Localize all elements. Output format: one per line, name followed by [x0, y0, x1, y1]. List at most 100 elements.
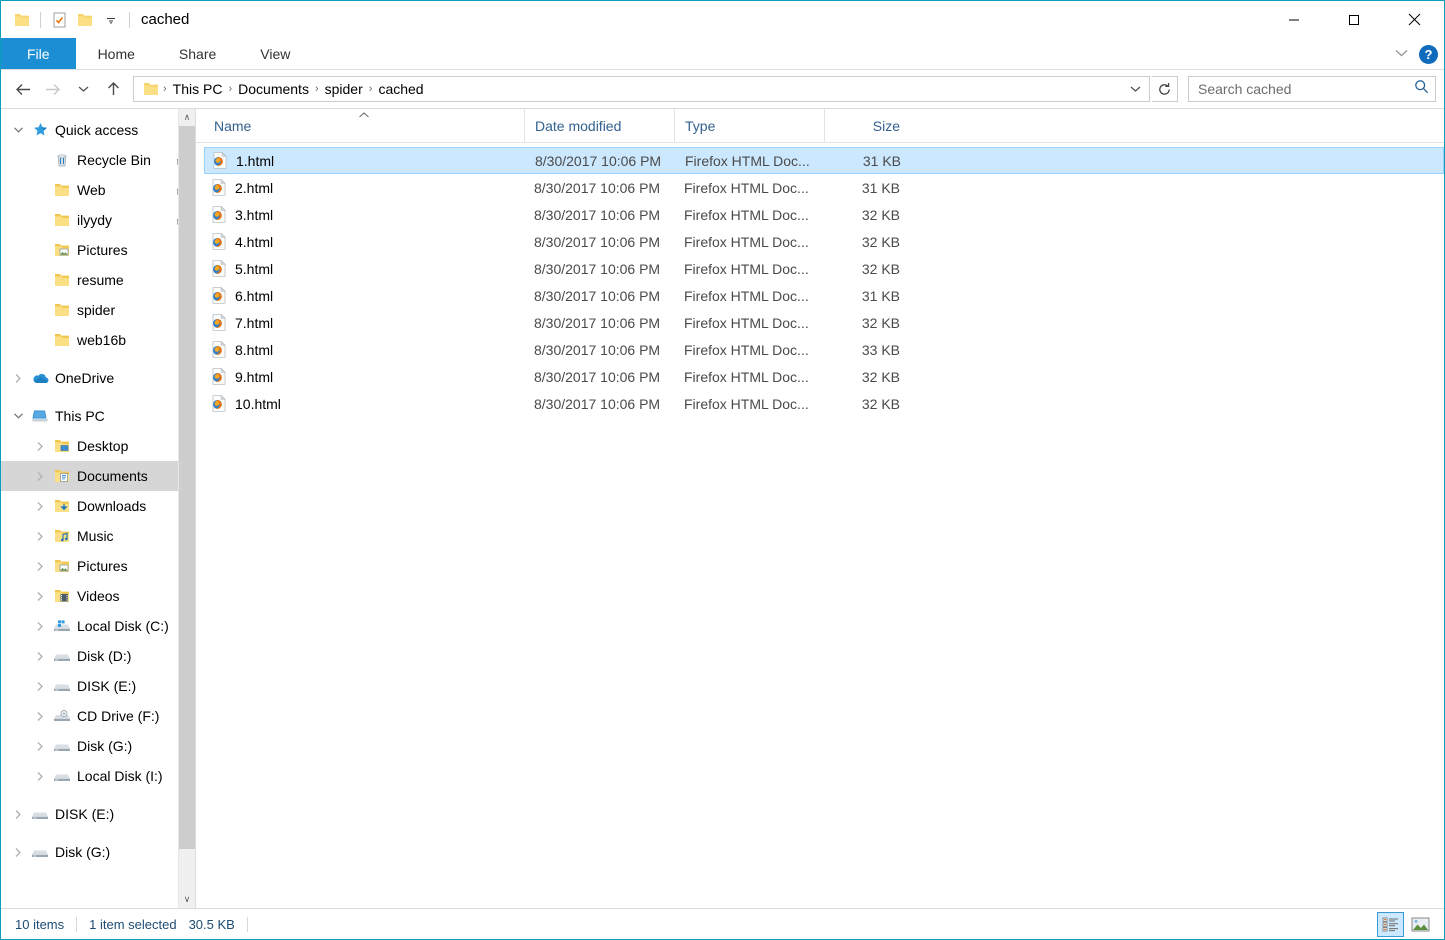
file-name-cell[interactable]: 7.html [204, 314, 524, 331]
search-input[interactable]: Search cached [1188, 76, 1436, 102]
breadcrumb-item-spider[interactable]: spider [320, 81, 368, 97]
sidebar-item-this-pc[interactable]: This PC [1, 401, 195, 431]
file-name-cell[interactable]: 5.html [204, 260, 524, 277]
chevron-right-icon[interactable] [7, 847, 29, 858]
sidebar-item-local-disk-i[interactable]: Local Disk (I:) [1, 761, 195, 791]
column-header-name[interactable]: Name [204, 109, 524, 142]
details-view-button[interactable] [1377, 911, 1404, 937]
sidebar-item-pictures[interactable]: Pictures [1, 235, 195, 265]
table-row[interactable]: 7.html 8/30/2017 10:06 PM Firefox HTML Doc… [204, 309, 1444, 336]
file-name-cell[interactable]: 1.html [205, 152, 525, 169]
sidebar-item-ilyydy[interactable]: ilyydy [1, 205, 195, 235]
column-header-date-modified[interactable]: Date modified [524, 109, 674, 142]
scroll-down-icon[interactable]: ∨ [179, 891, 195, 908]
help-button[interactable]: ? [1419, 44, 1438, 64]
sidebar-item-web[interactable]: Web [1, 175, 195, 205]
sidebar-item-web16b[interactable]: web16b [1, 325, 195, 355]
chevron-down-icon[interactable] [1125, 77, 1145, 101]
chevron-right-icon[interactable] [29, 591, 51, 602]
table-row[interactable]: 6.html 8/30/2017 10:06 PM Firefox HTML Doc… [204, 282, 1444, 309]
breadcrumb[interactable]: › This PC › Documents › spider › cached [133, 76, 1150, 102]
table-row[interactable]: 1.html 8/30/2017 10:06 PM Firefox HTML Doc… [204, 147, 1444, 174]
tab-view[interactable]: View [238, 38, 312, 69]
sidebar-item-disk-e[interactable]: DISK (E:) [1, 799, 195, 829]
sidebar-item-quick-access[interactable]: Quick access [1, 115, 195, 145]
table-row[interactable]: 3.html 8/30/2017 10:06 PM Firefox HTML Doc… [204, 201, 1444, 228]
sidebar-item-videos[interactable]: Videos [1, 581, 195, 611]
new-folder-icon[interactable] [72, 7, 98, 33]
chevron-right-icon[interactable] [29, 501, 51, 512]
column-header-size[interactable]: Size [824, 109, 914, 142]
chevron-right-icon[interactable] [29, 771, 51, 782]
tab-home[interactable]: Home [76, 38, 157, 69]
file-name-cell[interactable]: 9.html [204, 368, 524, 385]
chevron-right-icon[interactable] [29, 681, 51, 692]
properties-icon[interactable] [46, 7, 72, 33]
chevron-right-icon[interactable] [29, 621, 51, 632]
minimize-button[interactable] [1264, 1, 1324, 38]
chevron-right-icon[interactable] [29, 531, 51, 542]
table-row[interactable]: 8.html 8/30/2017 10:06 PM Firefox HTML Doc… [204, 336, 1444, 363]
file-name-cell[interactable]: 10.html [204, 395, 524, 412]
sidebar-item-desktop[interactable]: Desktop [1, 431, 195, 461]
sidebar-item-disk-g[interactable]: Disk (G:) [1, 731, 195, 761]
column-header-type[interactable]: Type [674, 109, 824, 142]
table-row[interactable]: 4.html 8/30/2017 10:06 PM Firefox HTML Doc… [204, 228, 1444, 255]
sidebar-item-music[interactable]: Music [1, 521, 195, 551]
sidebar-item-pictures[interactable]: Pictures [1, 551, 195, 581]
chevron-down-icon[interactable] [98, 7, 124, 33]
sidebar-item-disk-g[interactable]: Disk (G:) [1, 837, 195, 867]
breadcrumb-item-documents[interactable]: Documents [233, 81, 314, 97]
chevron-right-icon[interactable] [29, 441, 51, 452]
sidebar-item-onedrive[interactable]: OneDrive [1, 363, 195, 393]
chevron-down-icon[interactable] [1394, 45, 1409, 63]
chevron-right-icon[interactable] [29, 711, 51, 722]
table-row[interactable]: 10.html 8/30/2017 10:06 PM Firefox HTML Do… [204, 390, 1444, 417]
scroll-thumb[interactable] [179, 126, 195, 849]
table-row[interactable]: 9.html 8/30/2017 10:06 PM Firefox HTML Doc… [204, 363, 1444, 390]
sidebar-item-resume[interactable]: resume [1, 265, 195, 295]
folder-icon[interactable] [9, 7, 35, 33]
close-button[interactable] [1384, 1, 1444, 38]
folder-icon [51, 333, 73, 347]
chevron-right-icon[interactable] [7, 809, 29, 820]
file-size-cell: 31 KB [861, 179, 900, 196]
tab-file[interactable]: File [1, 38, 76, 69]
sidebar-item-disk-d[interactable]: Disk (D:) [1, 641, 195, 671]
search-icon[interactable] [1414, 79, 1429, 99]
chevron-right-icon[interactable] [29, 471, 51, 482]
sidebar-item-label: web16b [77, 332, 127, 348]
table-row[interactable]: 5.html 8/30/2017 10:06 PM Firefox HTML Doc… [204, 255, 1444, 282]
file-name-cell[interactable]: 4.html [204, 233, 524, 250]
back-button[interactable] [9, 75, 37, 103]
chevron-right-icon[interactable] [29, 741, 51, 752]
sidebar-item-downloads[interactable]: Downloads [1, 491, 195, 521]
tab-share[interactable]: Share [157, 38, 238, 69]
maximize-button[interactable] [1324, 1, 1384, 38]
recent-locations-button[interactable] [69, 75, 97, 103]
chevron-right-icon[interactable] [7, 373, 29, 384]
table-row[interactable]: 2.html 8/30/2017 10:06 PM Firefox HTML Doc… [204, 174, 1444, 201]
file-type-cell: Firefox HTML Doc... [684, 260, 809, 277]
large-icons-view-button[interactable] [1407, 912, 1434, 937]
up-button[interactable] [99, 75, 127, 103]
file-name-cell[interactable]: 8.html [204, 341, 524, 358]
sidebar-item-cd-drive-f[interactable]: CD Drive (F:) [1, 701, 195, 731]
refresh-icon[interactable] [1152, 76, 1178, 102]
sidebar-item-spider[interactable]: spider [1, 295, 195, 325]
breadcrumb-item-this-pc[interactable]: This PC [168, 81, 228, 97]
file-name-cell[interactable]: 2.html [204, 179, 524, 196]
file-name-cell[interactable]: 6.html [204, 287, 524, 304]
file-name-cell[interactable]: 3.html [204, 206, 524, 223]
sidebar-item-recycle-bin[interactable]: Recycle Bin [1, 145, 195, 175]
chevron-down-icon[interactable] [7, 412, 29, 420]
nav-scrollbar[interactable]: ∧ ∨ [178, 109, 195, 908]
sidebar-item-local-disk-c[interactable]: Local Disk (C:) [1, 611, 195, 641]
chevron-right-icon[interactable] [29, 651, 51, 662]
chevron-down-icon[interactable] [7, 126, 29, 134]
scroll-up-icon[interactable]: ∧ [179, 109, 195, 126]
sidebar-item-documents[interactable]: Documents [1, 461, 195, 491]
chevron-right-icon[interactable] [29, 561, 51, 572]
breadcrumb-item-cached[interactable]: cached [373, 81, 428, 97]
sidebar-item-disk-e[interactable]: DISK (E:) [1, 671, 195, 701]
